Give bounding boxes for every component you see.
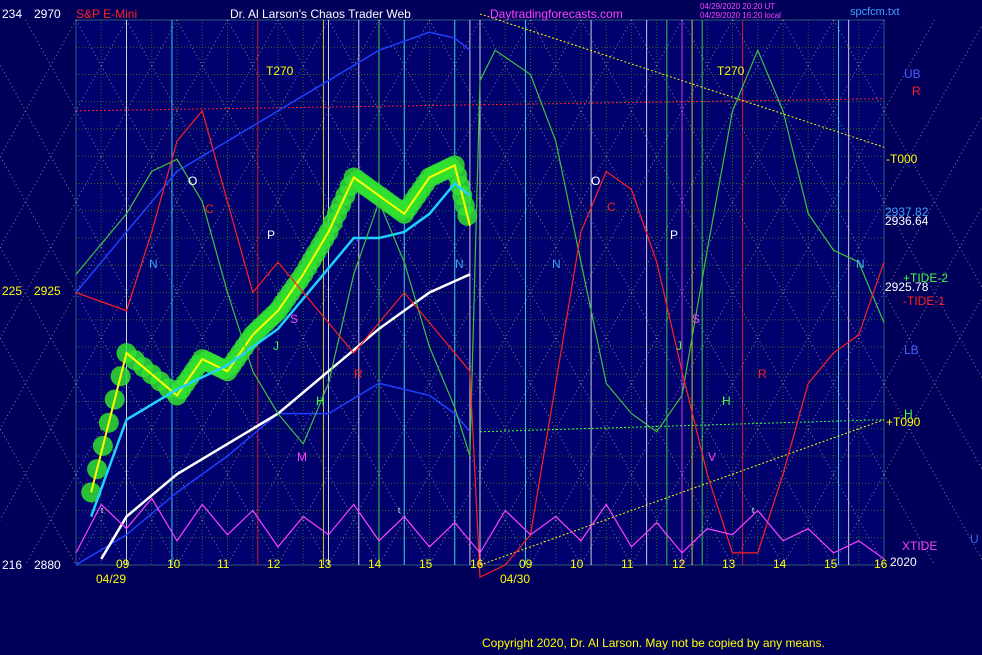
marker-v: V — [708, 450, 716, 464]
label-xtide: XTIDE — [902, 539, 937, 553]
label-2020: 2020 — [890, 555, 917, 569]
author-title: Dr. Al Larson's Chaos Trader Web — [230, 7, 411, 21]
marker-o-b: O — [591, 174, 600, 188]
marker-r-b: R — [758, 367, 767, 381]
chart-svg — [0, 0, 982, 650]
marker-n-3: N — [552, 257, 561, 271]
xtick-d2-7: 16 — [874, 557, 887, 571]
xtick-d2-2: 11 — [621, 557, 633, 571]
scale-mid-a: 225 — [2, 284, 22, 298]
marker-r-a: R — [354, 367, 363, 381]
xtick-d1-5: 14 — [368, 557, 381, 571]
scale-bot-a: 216 — [2, 558, 22, 572]
label-t090: +T090 — [886, 415, 920, 429]
scale-mid-b: 2925 — [34, 284, 61, 298]
label-lb: LB — [904, 343, 919, 357]
marker-n-1: N — [149, 257, 158, 271]
xtick-d2-1: 10 — [570, 557, 583, 571]
timestamp-local: 04/29/2020 16:20 local — [700, 11, 781, 20]
marker-t-3: t — [752, 506, 754, 515]
marker-t-2: t — [398, 506, 400, 515]
symbol-title: S&P E-Mini — [76, 7, 137, 21]
scale-top-a: 234 — [2, 7, 22, 21]
xtick-d2-6: 15 — [824, 557, 837, 571]
label-u: U — [970, 532, 979, 546]
marker-j-a: J — [273, 339, 279, 353]
label-tide1: -TIDE-1 — [903, 294, 945, 308]
xtick-d1-6: 15 — [419, 557, 432, 571]
marker-c-a: C — [205, 202, 214, 216]
marker-n-2: N — [455, 257, 464, 271]
xtick-d2-0: 09 — [519, 557, 532, 571]
label-price-3: 2925.78 — [885, 280, 928, 294]
xtick-d1-7: 16 — [470, 557, 483, 571]
date-label-2: 04/30 — [500, 572, 530, 586]
scale-top-b: 2970 — [34, 7, 61, 21]
marker-c-b: C — [607, 200, 616, 214]
xtick-d1-0: 09 — [116, 557, 129, 571]
label-ub: UB — [904, 67, 921, 81]
site-link[interactable]: Daytradingforecasts.com — [490, 7, 623, 21]
xtick-d1-3: 12 — [267, 557, 280, 571]
copyright: Copyright 2020, Dr. Al Larson. May not b… — [482, 636, 825, 650]
label-t000: -T000 — [886, 152, 917, 166]
scale-bot-b: 2880 — [34, 558, 61, 572]
label-r: R — [912, 84, 921, 98]
marker-n-4: N — [856, 257, 865, 271]
xtick-d1-1: 10 — [167, 557, 180, 571]
marker-j-b: J — [676, 339, 682, 353]
marker-h-b: H — [722, 394, 731, 408]
marker-p-b: P — [670, 228, 678, 242]
xtick-d2-3: 12 — [672, 557, 685, 571]
marker-s-b: S — [692, 312, 700, 326]
marker-m: M — [297, 450, 307, 464]
xtick-d2-4: 13 — [722, 557, 735, 571]
chart-area: 234 2970 S&P E-Mini Dr. Al Larson's Chao… — [0, 0, 982, 650]
date-label-1: 04/29 — [96, 572, 126, 586]
marker-s-a: S — [290, 312, 298, 326]
file-name: spcfcm.txt — [850, 5, 900, 19]
marker-o-a: O — [188, 174, 197, 188]
marker-t270-a: T270 — [266, 64, 293, 78]
timestamp-ut: 04/29/2020 20:20 UT — [700, 2, 775, 11]
xtick-d1-2: 11 — [217, 557, 229, 571]
marker-t-1: t — [101, 506, 103, 515]
marker-h-a: H — [316, 394, 325, 408]
marker-t270-b: T270 — [717, 64, 744, 78]
marker-p-a: P — [267, 228, 275, 242]
xtick-d2-5: 14 — [773, 557, 786, 571]
xtick-d1-4: 13 — [318, 557, 331, 571]
label-price-2: 2936.64 — [885, 214, 928, 228]
